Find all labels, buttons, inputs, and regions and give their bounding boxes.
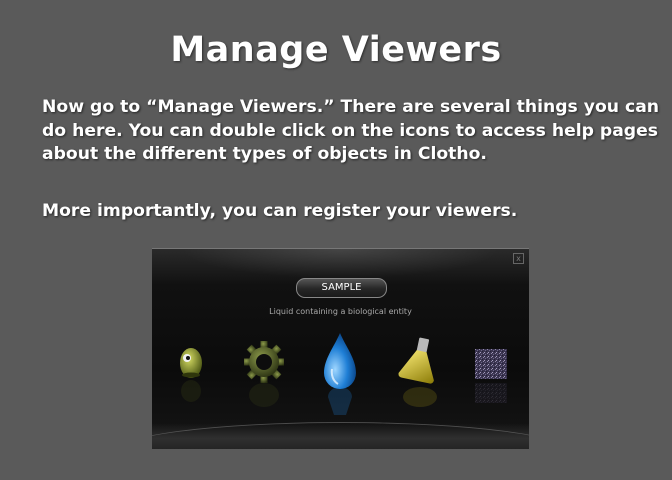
instruction-paragraph: Now go to “Manage Viewers.” There are se… [42,97,660,164]
noise-tile-icon[interactable] [475,349,507,411]
flask-icon[interactable] [398,335,442,411]
slide-title: Manage Viewers [170,30,502,70]
close-icon[interactable]: x [513,253,524,264]
water-drop-icon[interactable] [320,331,360,421]
selected-object-label: SAMPLE [296,278,387,298]
manage-viewers-window: x SAMPLE Liquid containing a biological … [152,248,529,449]
bug-icon[interactable] [176,345,206,409]
gear-icon[interactable] [244,337,284,413]
register-paragraph: More importantly, you can register your … [42,201,518,221]
object-description: Liquid containing a biological entity [269,307,412,316]
